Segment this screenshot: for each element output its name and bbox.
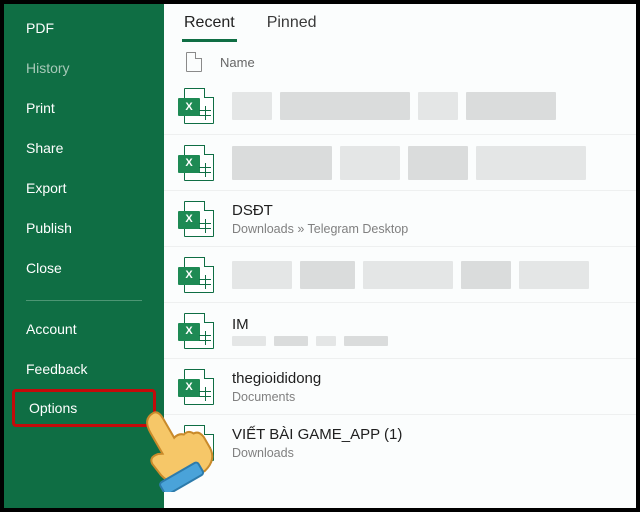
sidebar-item-export[interactable]: Export <box>4 168 164 208</box>
redacted-content <box>232 146 616 180</box>
sidebar-item-share[interactable]: Share <box>4 128 164 168</box>
file-name: thegioididong <box>232 370 616 388</box>
column-name: Name <box>220 55 255 70</box>
file-path: Downloads <box>232 446 616 460</box>
sidebar-item-pdf[interactable]: PDF <box>4 8 164 48</box>
list-header: Name <box>164 42 636 78</box>
sidebar-item-options[interactable]: Options <box>12 389 156 427</box>
list-item[interactable]: X DSĐT Downloads » Telegram Desktop <box>164 190 636 246</box>
list-item[interactable]: X <box>164 134 636 190</box>
tab-pinned[interactable]: Pinned <box>265 10 319 42</box>
excel-file-icon: X <box>184 369 214 405</box>
excel-file-icon: X <box>184 201 214 237</box>
sidebar-item-print[interactable]: Print <box>4 88 164 128</box>
excel-file-icon: X <box>184 425 214 461</box>
excel-file-icon: X <box>184 145 214 181</box>
excel-file-icon: X <box>184 313 214 349</box>
sidebar-item-close[interactable]: Close <box>4 248 164 288</box>
sidebar-item-history[interactable]: History <box>4 48 164 88</box>
sidebar-separator <box>26 300 142 301</box>
sidebar-item-account[interactable]: Account <box>4 309 164 349</box>
excel-file-icon: X <box>184 257 214 293</box>
backstage-sidebar: PDF History Print Share Export Publish C… <box>4 4 164 508</box>
list-item[interactable]: X VIẾT BÀI GAME_APP (1) Downloads <box>164 414 636 470</box>
open-panel: Recent Pinned Name X <box>164 4 636 508</box>
list-item[interactable]: X thegioididong Documents <box>164 358 636 414</box>
excel-file-icon: X <box>184 88 214 124</box>
sidebar-item-feedback[interactable]: Feedback <box>4 349 164 389</box>
file-path: Documents <box>232 390 616 404</box>
list-item[interactable]: X <box>164 78 636 134</box>
file-name: DSĐT <box>232 202 616 220</box>
tab-bar: Recent Pinned <box>164 4 636 42</box>
redacted-content <box>232 261 616 289</box>
file-icon <box>186 52 202 72</box>
redacted-content <box>232 92 616 120</box>
app-frame: PDF History Print Share Export Publish C… <box>0 0 640 512</box>
list-item[interactable]: X IM <box>164 302 636 358</box>
file-name: IM <box>232 316 616 334</box>
file-name: VIẾT BÀI GAME_APP (1) <box>232 426 616 444</box>
tab-recent[interactable]: Recent <box>182 10 237 42</box>
sidebar-item-publish[interactable]: Publish <box>4 208 164 248</box>
recent-files-list: X X <box>164 78 636 470</box>
file-path: Downloads » Telegram Desktop <box>232 222 616 236</box>
list-item[interactable]: X <box>164 246 636 302</box>
